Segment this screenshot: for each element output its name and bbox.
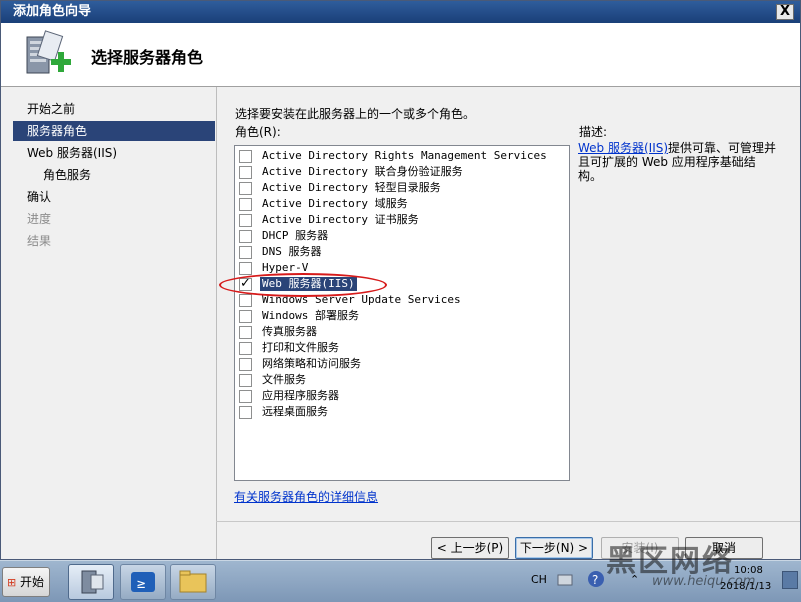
role-checkbox-checked[interactable] [239, 276, 252, 291]
language-indicator[interactable]: CH [531, 573, 547, 586]
role-checkbox[interactable] [239, 293, 252, 307]
role-item[interactable]: Active Directory 轻型目录服务 [239, 180, 443, 196]
role-label: Active Directory Rights Management Servi… [262, 149, 547, 162]
role-item[interactable]: 远程桌面服务 [239, 404, 330, 420]
role-item[interactable]: 打印和文件服务 [239, 340, 341, 356]
taskbar-powershell[interactable]: ≥ [120, 564, 166, 600]
role-item[interactable]: Active Directory 域服务 [239, 196, 410, 212]
role-item[interactable]: Hyper-V [239, 260, 310, 276]
page-title: 选择服务器角色 [91, 48, 204, 67]
add-roles-wizard-window: 添加角色向导 X 选择服务器角色 开始之前 服务器角色 Web 服务器(IIS)… [0, 0, 801, 560]
role-label: 网络策略和访问服务 [262, 357, 361, 370]
role-label: 文件服务 [262, 373, 306, 386]
role-item[interactable]: Active Directory 证书服务 [239, 212, 421, 228]
description-title: 描述: [579, 125, 608, 139]
role-checkbox[interactable] [239, 405, 252, 419]
role-item[interactable]: Windows 部署服务 [239, 308, 361, 324]
start-label: 开始 [20, 575, 45, 589]
window-title: 添加角色向导 [13, 4, 92, 19]
role-label-selected: Web 服务器(IIS) [260, 277, 357, 291]
footer-separator [216, 521, 800, 522]
role-label: 传真服务器 [262, 325, 317, 338]
role-checkbox[interactable] [239, 197, 252, 211]
help-icon[interactable]: ? [586, 569, 606, 589]
wizard-content: 选择要安装在此服务器上的一个或多个角色。 角色(R): Active Direc… [216, 87, 800, 559]
role-checkbox[interactable] [239, 245, 252, 259]
role-checkbox[interactable] [239, 325, 252, 339]
role-item[interactable]: DNS 服务器 [239, 244, 324, 260]
role-label: Windows 部署服务 [262, 309, 359, 322]
role-checkbox[interactable] [239, 149, 252, 163]
folder-icon [179, 570, 207, 593]
step-confirmation[interactable]: 确认 [13, 187, 215, 207]
role-checkbox[interactable] [239, 373, 252, 387]
role-item[interactable]: Windows Server Update Services [239, 292, 463, 308]
step-web-server-iis[interactable]: Web 服务器(IIS) [13, 143, 215, 163]
role-label: 打印和文件服务 [262, 341, 339, 354]
role-checkbox[interactable] [239, 181, 252, 195]
server-add-icon [26, 30, 71, 74]
role-checkbox[interactable] [239, 357, 252, 371]
role-label: Active Directory 证书服务 [262, 213, 419, 226]
show-desktop-button[interactable] [782, 571, 798, 589]
role-item[interactable]: Active Directory 联合身份验证服务 [239, 164, 465, 180]
more-info-link[interactable]: 有关服务器角色的详细信息 [234, 488, 378, 505]
role-checkbox[interactable] [239, 341, 252, 355]
windows-logo-icon: ⊞ [7, 576, 17, 589]
role-item[interactable]: DHCP 服务器 [239, 228, 330, 244]
role-checkbox[interactable] [239, 229, 252, 243]
role-label: DNS 服务器 [262, 245, 322, 258]
step-progress: 进度 [27, 212, 52, 226]
role-label: Active Directory 联合身份验证服务 [262, 165, 463, 178]
svg-text:≥: ≥ [137, 576, 145, 592]
role-item[interactable]: Active Directory Rights Management Servi… [239, 148, 549, 164]
role-label: 远程桌面服务 [262, 405, 328, 418]
wizard-step-list: 开始之前 服务器角色 Web 服务器(IIS) 角色服务 确认 进度 结果 [13, 97, 215, 549]
watermark-url: www.heiqu.com [652, 574, 756, 589]
server-manager-icon [81, 570, 104, 594]
roles-list[interactable]: Active Directory Rights Management Servi… [234, 145, 570, 481]
next-button[interactable]: 下一步(N) > [515, 537, 593, 559]
role-label: Windows Server Update Services [262, 293, 461, 306]
role-item[interactable]: 传真服务器 [239, 324, 319, 340]
role-item-web-server[interactable]: Web 服务器(IIS) [239, 276, 357, 292]
step-results: 结果 [27, 234, 52, 248]
wizard-header: 选择服务器角色 [1, 23, 800, 87]
role-label: DHCP 服务器 [262, 229, 329, 242]
step-server-roles[interactable]: 服务器角色 [13, 121, 215, 141]
instruction-text: 选择要安装在此服务器上的一个或多个角色。 [235, 107, 476, 121]
role-label: Active Directory 轻型目录服务 [262, 181, 441, 194]
role-checkbox[interactable] [239, 389, 252, 403]
role-item[interactable]: 网络策略和访问服务 [239, 356, 363, 372]
role-checkbox[interactable] [239, 165, 252, 179]
role-item[interactable]: 文件服务 [239, 372, 308, 388]
role-checkbox[interactable] [239, 261, 252, 275]
title-bar: 添加角色向导 [1, 1, 800, 23]
roles-label: 角色(R): [235, 125, 281, 139]
step-role-services[interactable]: 角色服务 [13, 165, 215, 185]
keyboard-icon[interactable] [557, 573, 573, 587]
close-button[interactable]: X [776, 4, 794, 20]
role-label: Hyper-V [262, 261, 309, 274]
taskbar-server-manager[interactable] [68, 564, 114, 600]
role-label: 应用程序服务器 [262, 389, 339, 402]
role-checkbox[interactable] [239, 309, 252, 323]
back-button[interactable]: < 上一步(P) [431, 537, 509, 559]
role-label: Active Directory 域服务 [262, 197, 408, 210]
powershell-icon: ≥ [131, 572, 155, 592]
taskbar-explorer[interactable] [170, 564, 216, 600]
step-before-you-begin[interactable]: 开始之前 [13, 99, 215, 119]
start-button[interactable]: ⊞ 开始 [2, 567, 50, 597]
description-panel: Web 服务器(IIS)提供可靠、可管理并且可扩展的 Web 应用程序基础结构。 [578, 141, 778, 183]
role-item[interactable]: 应用程序服务器 [239, 388, 341, 404]
svg-text:?: ? [592, 573, 598, 587]
role-checkbox[interactable] [239, 213, 252, 227]
description-link[interactable]: Web 服务器(IIS) [578, 141, 668, 155]
